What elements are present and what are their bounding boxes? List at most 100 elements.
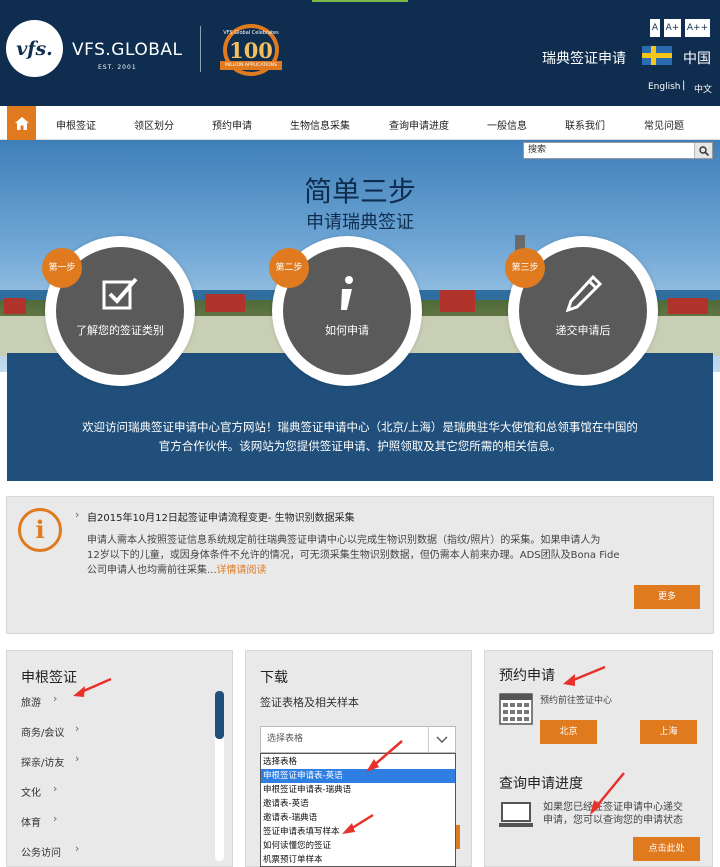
step-3-card[interactable]: 递交申请后 第三步 bbox=[505, 236, 658, 386]
brand-established: EST. 2001 bbox=[98, 64, 137, 71]
form-dropdown-list: 选择表格 申根签证申请表-英语 申根签证申请表-瑞典语 邀请表-英语 邀请表-瑞… bbox=[260, 753, 456, 867]
read-more-link[interactable]: 详情请阅读 bbox=[217, 565, 267, 576]
visa-type-business[interactable]: 商务/会议 bbox=[21, 724, 64, 739]
nav-jurisdiction[interactable]: 领区划分 bbox=[134, 117, 174, 132]
brand-name: VFS.GLOBAL bbox=[72, 40, 183, 60]
house-illustration bbox=[205, 294, 245, 312]
house-illustration bbox=[668, 298, 708, 314]
annotation-arrow-icon bbox=[563, 665, 606, 686]
font-size-small-button[interactable]: A bbox=[650, 19, 660, 37]
welcome-text: 欢迎访问瑞典签证申请中心官方网站！瑞典签证申请中心（北京/上海）是瑞典驻华大使馆… bbox=[20, 418, 700, 456]
dropdown-option[interactable]: 机票预订单样本 bbox=[261, 853, 455, 867]
notice-line: 申请人需本人按照签证信息系统规定前往瑞典签证申请中心以完成生物识别数据（指纹/照… bbox=[87, 535, 601, 546]
search-icon bbox=[698, 145, 709, 156]
download-panel: 下载 签证表格及相关样本 选择表格 选择表格 申根签证申请表-英语 申根签证申请… bbox=[245, 650, 472, 867]
form-select[interactable]: 选择表格 bbox=[260, 726, 456, 753]
main-nav: 申根签证 领区划分 预约申请 生物信息采集 查询申请进度 一般信息 联系我们 常… bbox=[0, 106, 720, 140]
more-button[interactable]: 更多 bbox=[634, 585, 700, 609]
visa-type-family-visit[interactable]: 探亲/访友 bbox=[21, 754, 64, 769]
hero-subtitle: 申请瑞典签证 bbox=[306, 212, 414, 233]
search-button[interactable] bbox=[694, 143, 712, 158]
welcome-line: 欢迎访问瑞典签证申请中心官方网站！瑞典签证申请中心（北京/上海）是瑞典驻华大使馆… bbox=[82, 420, 638, 434]
search-box[interactable]: 搜索 bbox=[523, 142, 713, 159]
track-title: 查询申请进度 bbox=[499, 776, 583, 792]
search-input[interactable]: 搜索 bbox=[528, 145, 546, 155]
lang-separator: | bbox=[682, 80, 686, 91]
dropdown-option[interactable]: 如何读懂您的签证 bbox=[261, 839, 455, 853]
visa-type-culture[interactable]: 文化 bbox=[21, 784, 41, 799]
font-size-medium-button[interactable]: A+ bbox=[664, 19, 681, 37]
hero-title: 简单三步 bbox=[303, 175, 416, 208]
nav-biometrics[interactable]: 生物信息采集 bbox=[290, 117, 350, 132]
logo-text: vfs. bbox=[16, 37, 53, 60]
download-subtitle: 签证表格及相关样本 bbox=[260, 696, 359, 709]
nav-schengen-visa[interactable]: 申根签证 bbox=[56, 117, 96, 132]
annotation-arrow-icon bbox=[366, 740, 403, 772]
hidden-button-edge bbox=[456, 825, 460, 849]
list-scrollbar[interactable] bbox=[215, 691, 224, 861]
visa-type-sports[interactable]: 体育 bbox=[21, 814, 41, 829]
lang-chinese-link[interactable]: 中文 bbox=[694, 82, 712, 95]
track-click-here-button[interactable]: 点击此处 bbox=[633, 837, 700, 861]
calendar-icon bbox=[499, 693, 533, 725]
country-title: 瑞典签证申请 bbox=[542, 51, 626, 67]
chevron-right-icon: › bbox=[75, 722, 80, 735]
site-header: vfs. VFS.GLOBAL EST. 2001 VFS Global Cel… bbox=[0, 0, 720, 106]
step-1-card[interactable]: 了解您的签证类别 第一步 bbox=[42, 236, 195, 386]
step-tag: 第二步 bbox=[269, 248, 309, 288]
step-label: 如何申请 bbox=[325, 324, 369, 337]
step-tag: 第三步 bbox=[505, 248, 545, 288]
select-toggle[interactable] bbox=[428, 727, 455, 752]
home-button[interactable] bbox=[7, 106, 36, 140]
notice-title[interactable]: 自2015年10月12日起签证申请流程变更- 生物识别数据采集 bbox=[87, 509, 355, 524]
computer-icon bbox=[499, 802, 533, 827]
step-label: 了解您的签证类别 bbox=[76, 324, 164, 337]
annotation-arrow-icon bbox=[590, 772, 625, 815]
scrollbar-thumb[interactable] bbox=[215, 691, 224, 739]
badge-top-text: VFS Global Celebrates bbox=[223, 30, 279, 36]
dropdown-option-selected[interactable]: 申根签证申请表-英语 bbox=[261, 769, 455, 783]
chevron-right-icon: › bbox=[75, 842, 80, 855]
chevron-down-icon bbox=[436, 736, 448, 743]
chevron-right-icon: › bbox=[75, 752, 80, 765]
vfs-logo[interactable]: vfs. bbox=[6, 20, 63, 77]
dropdown-option[interactable]: 邀请表-英语 bbox=[261, 797, 455, 811]
nav-contact-us[interactable]: 联系我们 bbox=[565, 117, 605, 132]
chevron-right-icon: › bbox=[75, 508, 80, 521]
header-accent-bar bbox=[312, 0, 408, 2]
form-select-value: 选择表格 bbox=[267, 734, 304, 744]
dropdown-option[interactable]: 申根签证申请表-瑞典语 bbox=[261, 783, 455, 797]
checkbox-icon bbox=[102, 277, 138, 310]
badge-ribbon: MILLION APPLICATIONS bbox=[220, 61, 282, 70]
appointment-panel: 预约申请 预约前往签证中心 北京 上海 查询申请进度 如果您已经在签证申请中心递… bbox=[484, 650, 713, 867]
notice-panel: i › 自2015年10月12日起签证申请流程变更- 生物识别数据采集 申请人需… bbox=[6, 496, 714, 634]
visa-type-official[interactable]: 公务访问 bbox=[21, 844, 61, 859]
dropdown-option[interactable]: 选择表格 bbox=[261, 755, 455, 769]
font-size-large-button[interactable]: A++ bbox=[685, 19, 710, 37]
beijing-appointment-button[interactable]: 北京 bbox=[540, 720, 597, 744]
nav-track-application[interactable]: 查询申请进度 bbox=[389, 117, 449, 132]
visa-type-tourism[interactable]: 旅游 bbox=[21, 694, 41, 709]
badge-number: 100 bbox=[229, 38, 273, 63]
chevron-right-icon: › bbox=[53, 812, 58, 825]
step-tag: 第一步 bbox=[42, 248, 82, 288]
chevron-right-icon: › bbox=[53, 782, 58, 795]
annotation-arrow-icon bbox=[342, 813, 374, 834]
appointment-desc: 预约前往签证中心 bbox=[540, 696, 613, 706]
annotation-arrow-icon bbox=[73, 677, 112, 697]
sweden-flag-icon bbox=[642, 46, 672, 65]
step-2-card[interactable]: 如何申请 第二步 bbox=[269, 236, 422, 386]
nav-appointment[interactable]: 预约申请 bbox=[212, 117, 252, 132]
celebration-badge: VFS Global Celebrates 100 MILLION APPLIC… bbox=[220, 24, 282, 76]
header-divider bbox=[200, 26, 201, 72]
nav-faq[interactable]: 常见问题 bbox=[644, 117, 684, 132]
house-illustration bbox=[4, 298, 26, 314]
schengen-panel: 申根签证 旅游 › 商务/会议 › 探亲/访友 › 文化 › 体育 › 公务访问… bbox=[6, 650, 233, 867]
home-icon bbox=[14, 116, 29, 130]
lang-english-link[interactable]: English bbox=[648, 82, 681, 92]
shanghai-appointment-button[interactable]: 上海 bbox=[640, 720, 697, 744]
nav-general-info[interactable]: 一般信息 bbox=[487, 117, 527, 132]
chevron-right-icon: › bbox=[53, 692, 58, 705]
step-label: 递交申请后 bbox=[555, 324, 611, 337]
country-selector[interactable]: 中国 bbox=[683, 48, 711, 68]
